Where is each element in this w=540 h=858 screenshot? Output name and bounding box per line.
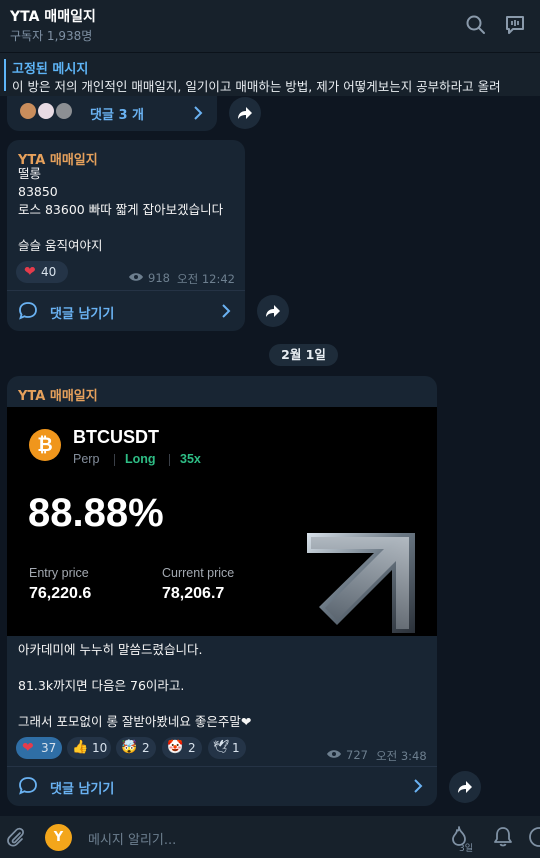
discussion-icon[interactable] [504,14,526,36]
avatar [36,101,56,121]
boost-count: 3일 [459,844,474,854]
reaction-mind-blown[interactable]: 🤯 2 [116,737,156,759]
emoji-icon[interactable] [528,826,540,848]
message-time: 오전 12:42 [177,272,235,286]
share-button[interactable] [449,771,481,803]
share-icon [458,781,472,793]
commenter-avatars [18,101,80,123]
message-text: 떨롱 83850 로스 83600 빠따 짧게 잡아보겠습니다 슬슬 움직여야지 [18,166,224,253]
channel-header[interactable]: YTA 매매일지 구독자 1,938명 [0,0,540,52]
search-icon[interactable] [465,14,487,36]
comment-icon [19,302,37,320]
pinned-accent-bar [4,59,6,91]
dove-icon: 🕊 [213,740,230,755]
contract-type: Perp [73,452,100,466]
avatar [54,101,74,121]
heart-icon: ❤ [22,740,34,756]
chevron-right-icon [222,304,231,318]
avatar-icon: Y [53,830,64,845]
message-author[interactable]: YTA 매매일지 [18,385,98,404]
chevron-right-icon [194,106,203,120]
chevron-right-icon [414,779,423,793]
pinned-title: 고정된 메시지 [12,62,89,77]
avatar [18,101,38,121]
reaction-count: 40 [41,265,57,279]
bitcoin-icon: ₿ [29,429,61,461]
previous-message-comments[interactable]: 댓글 3 개 [7,96,217,131]
reaction-clown[interactable]: 🤡 2 [162,737,202,759]
send-as-avatar[interactable]: Y [45,824,72,851]
reaction-heart[interactable]: ❤ 37 [16,737,62,759]
clown-icon: 🤡 [167,740,184,755]
reaction-count: 2 [142,741,150,755]
reaction-thumbs-up[interactable]: 👍 10 [67,737,111,759]
divider [169,454,170,466]
pinned-message[interactable]: 고정된 메시지 이 방은 저의 개인적인 매매일지, 일기이고 매매하는 방법,… [0,52,540,96]
comment-icon [19,777,37,795]
pnl-percentage: 88.88% [28,491,164,535]
views-icon [327,750,341,758]
current-price-label: Current price [162,566,235,580]
pnl-card-image[interactable]: ₿ BTCUSDT Perp Long 35x 88.88% Entry pri… [7,407,437,636]
attach-icon[interactable] [6,827,26,847]
bell-icon[interactable] [493,826,513,848]
reaction-count: 10 [92,741,108,755]
position-side: Long [125,452,156,466]
share-button[interactable] [229,97,261,129]
thumbs-up-icon: 👍 [72,740,89,755]
message-text: 아카데미에 누누히 말씀드렸습니다. 81.3k까지면 다음은 76이라고. 그… [18,642,252,729]
share-icon [238,107,252,119]
arrow-logo-icon [307,533,415,633]
heart-icon: ❤ [24,264,36,280]
divider [114,454,115,466]
mind-blown-icon: 🤯 [121,740,138,755]
reaction-heart[interactable]: ❤ 40 [16,261,68,283]
entry-price-label: Entry price [29,566,89,580]
view-count: 918 [148,271,170,285]
message-bubble[interactable]: YTA 매매일지 떨롱 83850 로스 83600 빠따 짧게 잡아보겠습니다… [7,140,245,331]
reaction-count: 2 [188,741,196,755]
channel-title[interactable]: YTA 매매일지 [10,6,96,26]
message-input[interactable]: 메시지 알리기... [88,829,176,848]
entry-price-value: 76,220.6 [29,585,92,602]
date-badge: 2월 1일 [269,344,338,366]
leverage: 35x [180,452,201,466]
views-icon [129,273,143,281]
reaction-dove[interactable]: 🕊 1 [208,737,246,759]
pinned-text: 이 방은 저의 개인적인 매매일지, 일기이고 매매하는 방법, 제가 어떻게보… [12,79,501,94]
trading-pair: BTCUSDT [73,427,159,447]
message-input-bar[interactable]: Y 메시지 알리기... 3일 [0,816,540,858]
divider [7,766,437,767]
message-time: 오전 3:48 [376,749,427,763]
share-icon [266,305,280,317]
leave-comment-button[interactable]: 댓글 남기기 [50,778,114,797]
reaction-count: 37 [41,741,57,755]
reaction-count: 1 [232,741,240,755]
view-count: 727 [346,748,368,762]
leave-comment-button[interactable]: 댓글 남기기 [50,303,114,322]
comments-count-label[interactable]: 댓글 3 개 [90,104,144,123]
share-button[interactable] [257,295,289,327]
current-price-value: 78,206.7 [162,585,225,602]
subscriber-count: 구독자 1,938명 [10,29,93,43]
divider [7,290,245,291]
